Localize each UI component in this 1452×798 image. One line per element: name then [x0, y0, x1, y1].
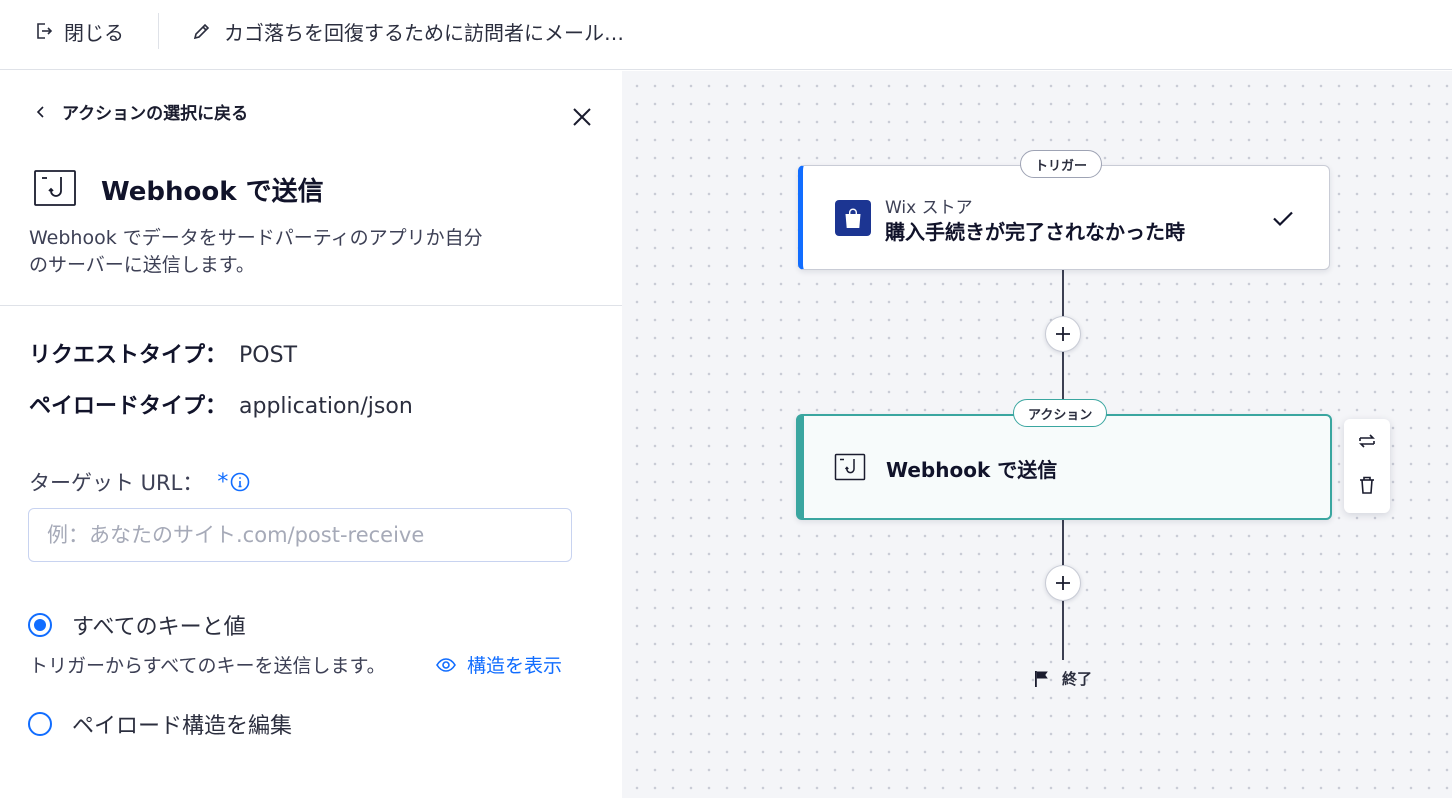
request-type-label: リクエストタイプ： — [29, 343, 228, 368]
panel-title: Webhook で送信 — [101, 177, 324, 207]
target-url-label-row: ターゲット URL： * — [29, 467, 250, 497]
check-icon — [1273, 211, 1293, 227]
connector-line — [1062, 520, 1064, 566]
panel-description-line-1: Webhook でデータをサードパーティのアプリか自分 — [29, 227, 483, 249]
close-label: 閉じる — [64, 20, 124, 45]
add-step-button[interactable] — [1045, 565, 1081, 601]
payload-type-label: ペイロードタイプ： — [29, 394, 228, 419]
show-structure-link[interactable]: 構造を表示 — [435, 651, 562, 678]
action-pill: アクション — [1013, 399, 1108, 427]
action-name: Webhook で送信 — [886, 458, 1058, 482]
radio-all-keys[interactable]: すべてのキーと値 — [28, 609, 246, 641]
radio-edit-payload-label: ペイロード構造を編集 — [72, 714, 293, 739]
trigger-name: 購入手続きが完了されなかった時 — [885, 220, 1185, 244]
action-settings-panel: アクションの選択に戻る Webhook で送信 Webhook でデータをサード… — [0, 71, 622, 798]
panel-description: Webhook でデータをサードパーティのアプリか自分 のサーバーに送信します。 — [29, 225, 549, 279]
target-url-input[interactable] — [28, 508, 572, 562]
automation-canvas: Wix ストア 購入手続きが完了されなかった時 トリガー Webhook で送信… — [622, 71, 1452, 798]
required-mark: * — [217, 469, 229, 495]
x-icon[interactable] — [568, 103, 596, 131]
webhook-icon — [834, 453, 866, 481]
automation-title-button[interactable]: カゴ落ちを回復するために訪問者にメール… — [192, 17, 624, 45]
end-label: 終了 — [1062, 670, 1093, 688]
trigger-app-name: Wix ストア — [885, 198, 973, 218]
exit-icon — [37, 23, 53, 39]
back-label: アクションの選択に戻る — [62, 104, 249, 124]
show-structure-label: 構造を表示 — [467, 655, 563, 677]
back-to-actions-link[interactable]: アクションの選択に戻る — [34, 99, 248, 124]
webhook-icon — [34, 170, 76, 206]
automation-title: カゴ落ちを回復するために訪問者にメール… — [224, 20, 624, 45]
replace-icon[interactable] — [1355, 429, 1379, 453]
end-node: 終了 — [1034, 668, 1092, 689]
request-type-row: リクエストタイプ： POST — [29, 337, 297, 369]
topbar-divider — [158, 13, 159, 49]
flag-icon — [1035, 670, 1048, 687]
connector-line — [1062, 600, 1064, 660]
connector-line — [1062, 270, 1064, 317]
request-type-value: POST — [239, 343, 298, 368]
radio-all-keys-indicator[interactable] — [28, 613, 52, 637]
panel-divider — [0, 305, 622, 306]
info-icon[interactable] — [230, 472, 250, 492]
trigger-card[interactable]: Wix ストア 購入手続きが完了されなかった時 — [798, 165, 1330, 270]
payload-type-value: application/json — [239, 394, 413, 419]
radio-edit-payload[interactable]: ペイロード構造を編集 — [28, 708, 292, 740]
radio-all-keys-hint: トリガーからすべてのキーを送信します。 — [29, 655, 386, 677]
eye-icon — [436, 657, 456, 672]
radio-edit-payload-indicator[interactable] — [28, 712, 52, 736]
plus-icon — [1056, 327, 1070, 341]
chevron-left-icon — [36, 105, 44, 118]
plus-icon — [1056, 576, 1070, 590]
action-toolbar — [1344, 419, 1390, 513]
top-bar: 閉じる カゴ落ちを回復するために訪問者にメール… — [0, 0, 1452, 70]
shopping-bag-icon — [835, 200, 871, 236]
pencil-icon — [193, 23, 210, 40]
radio-all-keys-label: すべてのキーと値 — [72, 615, 246, 640]
add-step-button[interactable] — [1045, 316, 1081, 352]
payload-type-row: ペイロードタイプ： application/json — [29, 388, 413, 420]
target-url-label: ターゲット URL： — [29, 471, 204, 495]
trigger-pill: トリガー — [1020, 150, 1103, 178]
close-button[interactable]: 閉じる — [34, 17, 124, 45]
trash-icon[interactable] — [1355, 473, 1379, 497]
panel-description-line-2: のサーバーに送信します。 — [29, 254, 255, 276]
action-card[interactable]: Webhook で送信 — [796, 414, 1332, 520]
